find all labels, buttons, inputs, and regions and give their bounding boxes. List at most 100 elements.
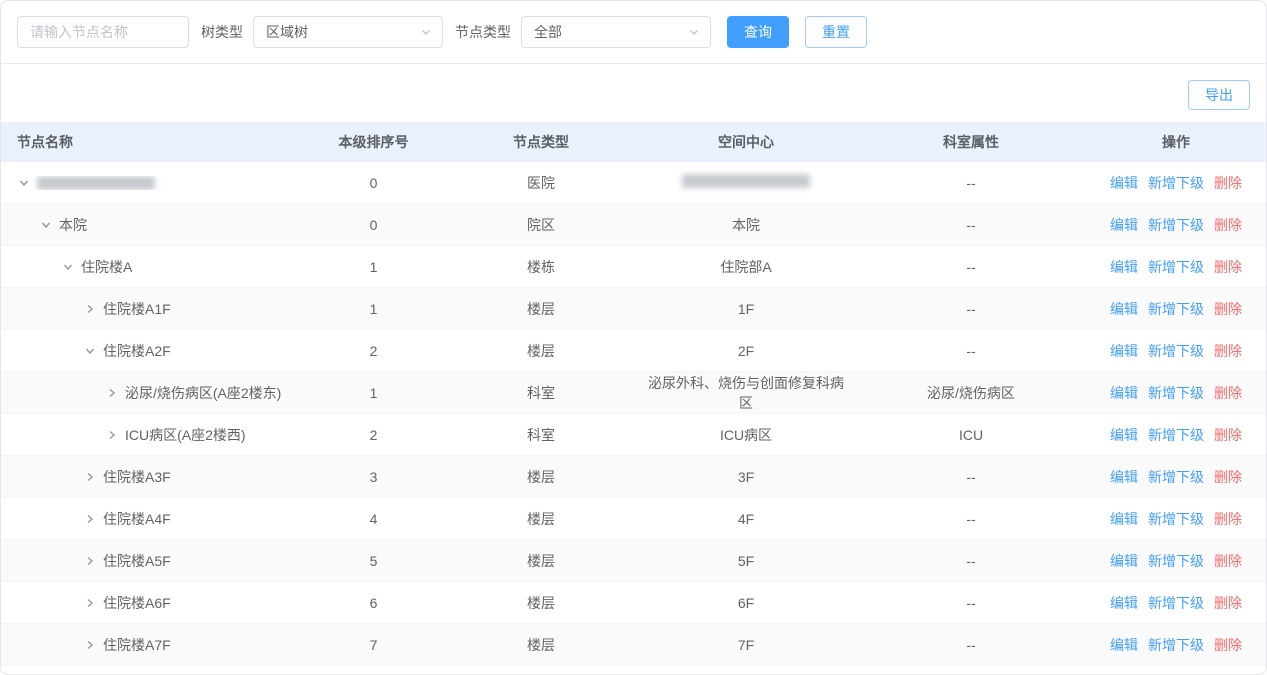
chevron-down-icon	[688, 26, 700, 38]
edit-link[interactable]: 编辑	[1110, 637, 1138, 653]
edit-link[interactable]: 编辑	[1110, 511, 1138, 527]
table-row: 本院0院区本院--编辑新增下级删除	[1, 204, 1266, 246]
table-row: 0医院--编辑新增下级删除	[1, 162, 1266, 204]
add-child-link[interactable]: 新增下级	[1148, 637, 1204, 653]
edit-link[interactable]: 编辑	[1110, 385, 1138, 401]
dept-attr-cell: --	[856, 301, 1086, 317]
expand-icon[interactable]	[83, 554, 97, 568]
node-name-text: 住院楼A6F	[103, 593, 171, 613]
tree-type-value: 区域树	[266, 22, 308, 42]
delete-link[interactable]: 删除	[1214, 469, 1242, 485]
space-center-cell: 4F	[636, 511, 856, 527]
table-row: 住院楼A1F1楼层1F--编辑新增下级删除	[1, 288, 1266, 330]
redacted-text	[37, 176, 155, 190]
edit-link[interactable]: 编辑	[1110, 175, 1138, 191]
table-row: 住院楼A1楼栋住院部A--编辑新增下级删除	[1, 246, 1266, 288]
expand-icon[interactable]	[83, 596, 97, 610]
delete-link[interactable]: 删除	[1214, 427, 1242, 443]
expand-icon[interactable]	[105, 386, 119, 400]
edit-link[interactable]: 编辑	[1110, 259, 1138, 275]
node-name-text: 住院楼A5F	[103, 551, 171, 571]
actions-cell: 编辑新增下级删除	[1086, 173, 1266, 193]
add-child-link[interactable]: 新增下级	[1148, 343, 1204, 359]
actions-cell: 编辑新增下级删除	[1086, 215, 1266, 235]
dept-attr-cell: --	[856, 217, 1086, 233]
collapse-icon[interactable]	[61, 260, 75, 274]
space-center-cell: 6F	[636, 595, 856, 611]
space-center-cell: 2F	[636, 343, 856, 359]
add-child-link[interactable]: 新增下级	[1148, 217, 1204, 233]
node-name-text: 泌尿/烧伤病区(A座2楼东)	[125, 383, 281, 403]
expand-icon[interactable]	[83, 512, 97, 526]
delete-link[interactable]: 删除	[1214, 175, 1242, 191]
actions-cell: 编辑新增下级删除	[1086, 257, 1266, 277]
add-child-link[interactable]: 新增下级	[1148, 385, 1204, 401]
node-name-cell	[1, 176, 301, 190]
delete-link[interactable]: 删除	[1214, 511, 1242, 527]
add-child-link[interactable]: 新增下级	[1148, 301, 1204, 317]
delete-link[interactable]: 删除	[1214, 301, 1242, 317]
expand-icon[interactable]	[83, 638, 97, 652]
dept-attr-cell: --	[856, 595, 1086, 611]
query-button[interactable]: 查询	[727, 16, 789, 48]
collapse-icon[interactable]	[39, 218, 53, 232]
delete-link[interactable]: 删除	[1214, 217, 1242, 233]
actions-cell: 编辑新增下级删除	[1086, 341, 1266, 361]
column-header-actions: 操作	[1086, 132, 1266, 152]
tree-type-select[interactable]: 区域树	[253, 16, 443, 48]
edit-link[interactable]: 编辑	[1110, 301, 1138, 317]
edit-link[interactable]: 编辑	[1110, 217, 1138, 233]
actions-cell: 编辑新增下级删除	[1086, 383, 1266, 403]
add-child-link[interactable]: 新增下级	[1148, 175, 1204, 191]
node-name-text: ICU病区(A座2楼西)	[125, 425, 246, 445]
edit-link[interactable]: 编辑	[1110, 595, 1138, 611]
edit-link[interactable]: 编辑	[1110, 469, 1138, 485]
node-type-cell: 楼层	[446, 341, 636, 361]
delete-link[interactable]: 删除	[1214, 595, 1242, 611]
delete-link[interactable]: 删除	[1214, 553, 1242, 569]
node-type-cell: 医院	[446, 173, 636, 193]
edit-link[interactable]: 编辑	[1110, 553, 1138, 569]
node-name-text: 住院楼A3F	[103, 467, 171, 487]
space-center-cell: 5F	[636, 553, 856, 569]
export-button[interactable]: 导出	[1188, 80, 1250, 110]
dept-attr-cell: --	[856, 175, 1086, 191]
expand-icon[interactable]	[83, 470, 97, 484]
collapse-icon[interactable]	[17, 176, 31, 190]
add-child-link[interactable]: 新增下级	[1148, 469, 1204, 485]
node-type-cell: 楼层	[446, 467, 636, 487]
collapse-icon[interactable]	[83, 344, 97, 358]
node-name-input[interactable]	[17, 16, 189, 48]
node-name-text: 住院楼A7F	[103, 635, 171, 655]
delete-link[interactable]: 删除	[1214, 637, 1242, 653]
edit-link[interactable]: 编辑	[1110, 427, 1138, 443]
add-child-link[interactable]: 新增下级	[1148, 553, 1204, 569]
dept-attr-cell: --	[856, 553, 1086, 569]
node-name-text: 住院楼A	[81, 257, 132, 277]
expand-icon[interactable]	[83, 302, 97, 316]
delete-link[interactable]: 删除	[1214, 343, 1242, 359]
expand-icon[interactable]	[105, 428, 119, 442]
node-type-cell: 院区	[446, 215, 636, 235]
delete-link[interactable]: 删除	[1214, 385, 1242, 401]
node-name-cell: ICU病区(A座2楼西)	[1, 425, 301, 445]
dept-attr-cell: --	[856, 259, 1086, 275]
node-type-select[interactable]: 全部	[521, 16, 711, 48]
node-table: 节点名称 本级排序号 节点类型 空间中心 科室属性 操作 0医院--编辑新增下级…	[1, 122, 1266, 666]
delete-link[interactable]: 删除	[1214, 259, 1242, 275]
reset-button[interactable]: 重置	[805, 16, 867, 48]
space-center-cell: 1F	[636, 301, 856, 317]
sort-order-cell: 1	[301, 259, 446, 275]
edit-link[interactable]: 编辑	[1110, 343, 1138, 359]
sort-order-cell: 0	[301, 217, 446, 233]
add-child-link[interactable]: 新增下级	[1148, 259, 1204, 275]
node-name-text: 本院	[59, 215, 87, 235]
add-child-link[interactable]: 新增下级	[1148, 595, 1204, 611]
add-child-link[interactable]: 新增下级	[1148, 427, 1204, 443]
actions-cell: 编辑新增下级删除	[1086, 509, 1266, 529]
add-child-link[interactable]: 新增下级	[1148, 511, 1204, 527]
space-center-cell: 住院部A	[636, 257, 856, 277]
node-type-cell: 楼层	[446, 635, 636, 655]
column-header-dept-attr: 科室属性	[856, 132, 1086, 152]
node-name-cell: 泌尿/烧伤病区(A座2楼东)	[1, 383, 301, 403]
